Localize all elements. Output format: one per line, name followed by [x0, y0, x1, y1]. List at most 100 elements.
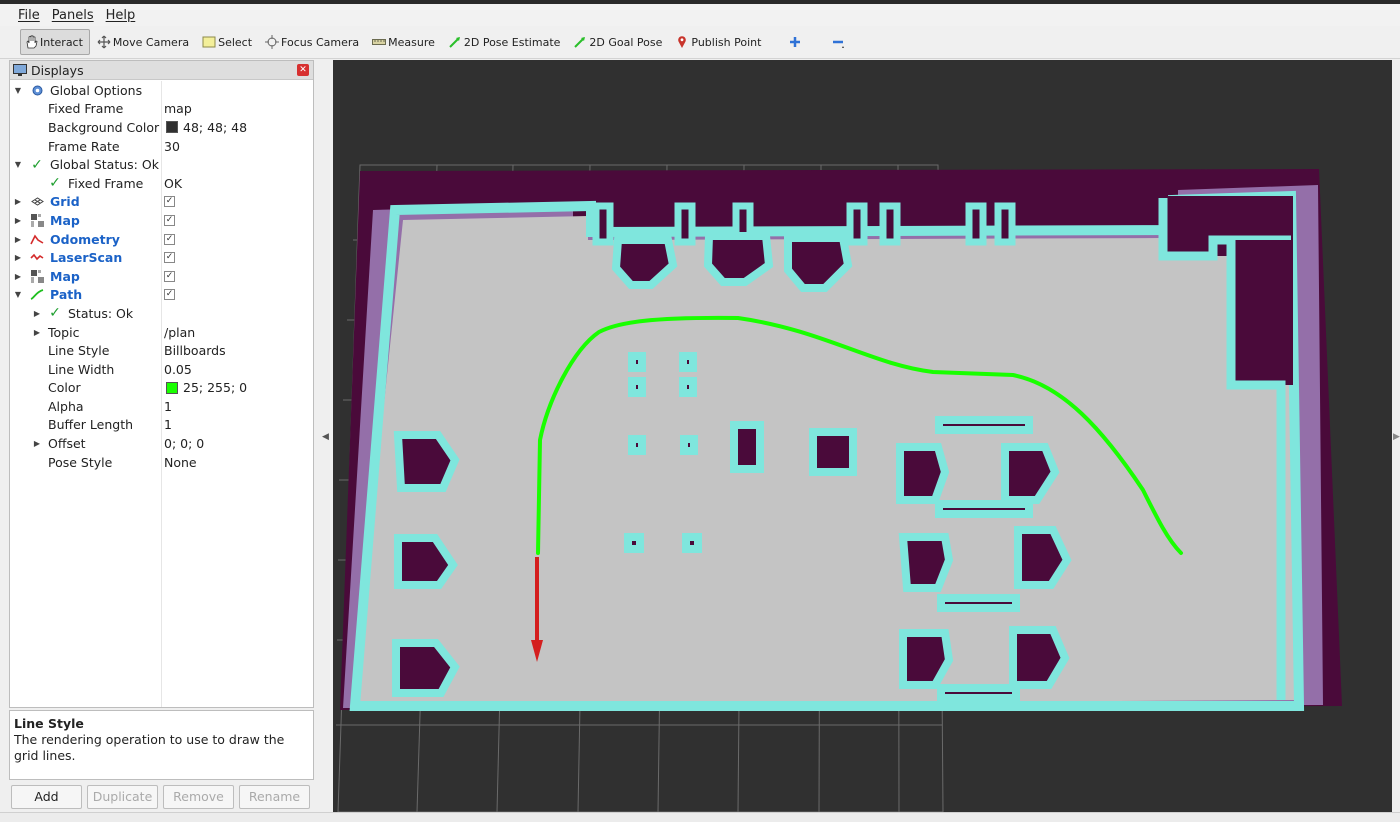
tree-label: Odometry: [50, 231, 120, 247]
tree-value[interactable]: 30: [164, 139, 180, 154]
tree-row-topic[interactable]: ▶ Topic /plan: [10, 323, 313, 342]
tree-row-map[interactable]: ▶ Map ✓: [10, 211, 313, 230]
tree-row-path[interactable]: ▼ Path ✓: [10, 286, 313, 305]
pose-estimate-label: 2D Pose Estimate: [463, 35, 561, 49]
displays-title: Displays: [31, 62, 84, 78]
expand-arrow-icon[interactable]: ▶: [13, 253, 23, 262]
expand-arrow-icon[interactable]: ▶: [13, 197, 23, 206]
tree-label: Fixed Frame: [48, 101, 124, 117]
measure-tool-button[interactable]: Measure: [369, 29, 441, 55]
status-strip: [0, 812, 1400, 822]
expand-arrow-icon[interactable]: ▶: [13, 235, 23, 244]
tree-label: Frame Rate: [48, 138, 120, 154]
tree-row-frame-rate[interactable]: Frame Rate 30: [10, 137, 313, 156]
help-title: Line Style: [14, 716, 84, 731]
property-help-box: Line Style The rendering operation to us…: [9, 710, 314, 780]
expand-arrow-icon[interactable]: ▼: [13, 160, 23, 169]
tree-row-line-width[interactable]: Line Width 0.05: [10, 360, 313, 379]
enable-checkbox[interactable]: ✓: [164, 270, 175, 282]
tree-row-fixed-frame[interactable]: Fixed Frame map: [10, 100, 313, 119]
tree-value-color[interactable]: 48; 48; 48: [166, 120, 247, 135]
tree-row-map-2[interactable]: ▶ Map ✓: [10, 267, 313, 286]
grid-icon: [30, 195, 44, 209]
duplicate-button[interactable]: Duplicate: [87, 785, 158, 809]
collapse-right-icon[interactable]: ▶: [1393, 432, 1400, 442]
plus-icon: [788, 35, 802, 49]
focus-camera-label: Focus Camera: [281, 35, 360, 49]
tree-row-global-status[interactable]: ▼ ✓ Global Status: Ok: [10, 155, 313, 174]
monitor-icon: [13, 63, 27, 77]
green-arrow-icon: [448, 35, 462, 49]
tree-row-background-color[interactable]: Background Color 48; 48; 48: [10, 118, 313, 137]
odometry-icon: [30, 232, 44, 246]
pose-estimate-tool-button[interactable]: 2D Pose Estimate: [445, 29, 567, 55]
remove-button[interactable]: Remove: [163, 785, 234, 809]
tree-value[interactable]: 1: [164, 417, 172, 432]
displays-panel-header: Displays ✕: [10, 61, 313, 80]
tree-row-fixed-frame-status[interactable]: ✓ Fixed Frame OK: [10, 174, 313, 193]
tree-row-alpha[interactable]: Alpha 1: [10, 397, 313, 416]
path-icon: [30, 288, 44, 302]
move-camera-tool-button[interactable]: Move Camera: [94, 29, 195, 55]
tree-value[interactable]: /plan: [164, 325, 195, 340]
tree-value[interactable]: 0.05: [164, 362, 192, 377]
tree-label: Buffer Length: [48, 417, 134, 433]
enable-checkbox[interactable]: ✓: [164, 214, 175, 226]
expand-arrow-icon[interactable]: ▶: [32, 439, 42, 448]
tree-label: Fixed Frame: [68, 175, 144, 191]
check-icon: ✓: [31, 156, 43, 173]
enable-checkbox[interactable]: ✓: [164, 233, 175, 245]
tree-value[interactable]: Billboards: [164, 343, 226, 358]
tree-row-color[interactable]: Color 25; 255; 0: [10, 379, 313, 398]
goal-pose-label: 2D Goal Pose: [589, 35, 663, 49]
expand-arrow-icon[interactable]: ▶: [13, 272, 23, 281]
tree-row-grid[interactable]: ▶ Grid ✓: [10, 193, 313, 212]
menu-file[interactable]: File: [18, 8, 40, 23]
tree-value-color[interactable]: 25; 255; 0: [166, 380, 247, 395]
tree-label: Map: [50, 268, 80, 284]
enable-checkbox[interactable]: ✓: [164, 196, 175, 208]
expand-arrow-icon[interactable]: ▶: [32, 328, 42, 337]
tree-row-path-status[interactable]: ▶ ✓ Status: Ok: [10, 304, 313, 323]
map-icon: [30, 269, 44, 283]
close-icon[interactable]: ✕: [297, 64, 309, 76]
menu-panels[interactable]: Panels: [52, 8, 94, 23]
tree-label: Grid: [50, 194, 80, 210]
tree-row-pose-style[interactable]: Pose Style None: [10, 453, 313, 472]
goal-pose-tool-button[interactable]: 2D Goal Pose: [570, 29, 668, 55]
tree-value[interactable]: None: [164, 455, 197, 470]
render-viewport[interactable]: [333, 60, 1392, 813]
tree-row-offset[interactable]: ▶ Offset 0; 0; 0: [10, 434, 313, 453]
focus-camera-tool-button[interactable]: Focus Camera: [262, 29, 365, 55]
expand-arrow-icon[interactable]: ▶: [32, 309, 42, 318]
remove-tool-button[interactable]: [828, 29, 853, 55]
add-tool-button[interactable]: [785, 29, 810, 55]
enable-checkbox[interactable]: ✓: [164, 252, 175, 264]
interact-tool-button[interactable]: Interact: [20, 29, 90, 55]
rename-button[interactable]: Rename: [239, 785, 310, 809]
tree-row-line-style[interactable]: Line Style Billboards: [10, 341, 313, 360]
tree-value[interactable]: 1: [164, 399, 172, 414]
select-tool-button[interactable]: Select: [199, 29, 258, 55]
color-swatch: [166, 381, 178, 394]
tree-label: Global Options: [50, 82, 143, 98]
tree-label: Line Style: [48, 343, 110, 359]
color-value: 48; 48; 48: [183, 119, 248, 135]
tree-row-buffer-length[interactable]: Buffer Length 1: [10, 416, 313, 435]
menu-help[interactable]: Help: [106, 8, 136, 23]
tree-row-odometry[interactable]: ▶ Odometry ✓: [10, 230, 313, 249]
collapse-left-icon[interactable]: ◀: [322, 432, 329, 442]
add-button[interactable]: Add: [11, 785, 82, 809]
expand-arrow-icon[interactable]: ▼: [13, 86, 23, 95]
tree-label: Background Color: [48, 119, 160, 135]
tree-value[interactable]: 0; 0; 0: [164, 436, 204, 451]
tree-row-laserscan[interactable]: ▶ LaserScan ✓: [10, 248, 313, 267]
expand-arrow-icon[interactable]: ▶: [13, 216, 23, 225]
move-camera-icon: [97, 35, 111, 49]
expand-arrow-icon[interactable]: ▼: [13, 290, 23, 299]
panel-splitter[interactable]: ◀: [318, 60, 332, 812]
publish-point-tool-button[interactable]: Publish Point: [672, 29, 767, 55]
tree-row-global-options[interactable]: ▼ Global Options: [10, 81, 313, 100]
enable-checkbox[interactable]: ✓: [164, 289, 175, 301]
tree-value[interactable]: map: [164, 101, 192, 116]
